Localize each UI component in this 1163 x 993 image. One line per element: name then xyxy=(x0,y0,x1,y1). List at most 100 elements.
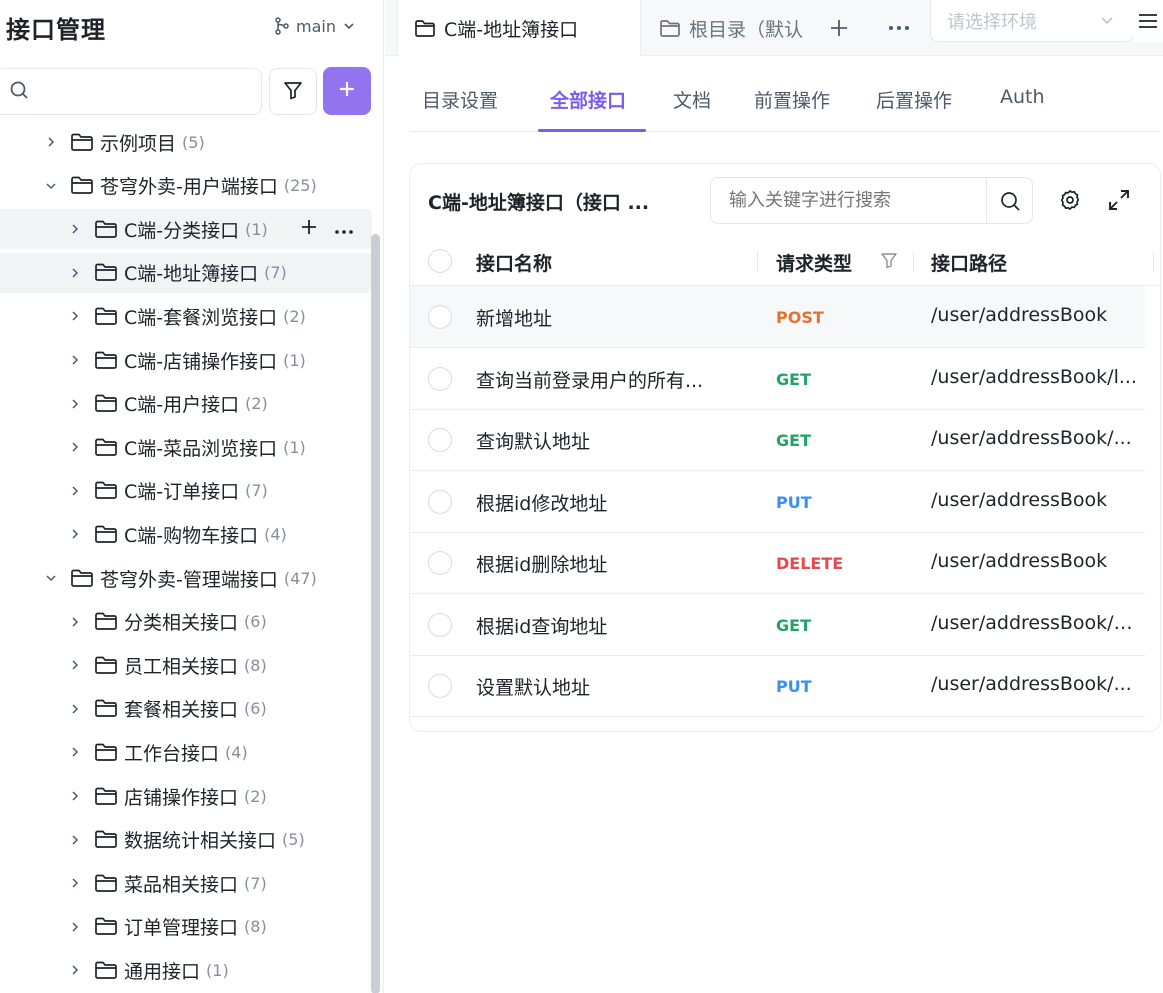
method-badge: POST xyxy=(776,308,824,327)
tab-address-book[interactable]: C端-地址簿接口 xyxy=(397,0,641,56)
tree-item[interactable]: 订单管理接口 (8) xyxy=(0,907,372,947)
tree-item-count: (1) xyxy=(283,437,306,457)
active-tab-indicator xyxy=(538,129,646,132)
tree-item[interactable]: 员工相关接口 (8) xyxy=(0,645,372,685)
chevron-right-icon[interactable] xyxy=(68,789,82,803)
table-row[interactable]: 查询默认地址 GET/user/addressBook/... xyxy=(410,409,1145,471)
chevron-right-icon[interactable] xyxy=(68,658,82,672)
row-checkbox[interactable] xyxy=(428,674,452,698)
tree-item[interactable]: 套餐相关接口 (6) xyxy=(0,689,372,729)
chevron-right-icon[interactable] xyxy=(68,920,82,934)
subtab-all-apis[interactable]: 全部接口 xyxy=(550,86,626,113)
table-row[interactable]: 根据id修改地址 PUT/user/addressBook xyxy=(410,471,1145,533)
branch-name: main xyxy=(296,16,336,36)
chevron-right-icon[interactable] xyxy=(68,266,82,280)
chevron-right-icon[interactable] xyxy=(68,745,82,759)
tree-item-count: (7) xyxy=(245,481,268,501)
chevron-right-icon[interactable] xyxy=(68,963,82,977)
filter-button[interactable] xyxy=(269,68,317,115)
subtab-post-actions[interactable]: 后置操作 xyxy=(876,86,952,113)
api-search-input[interactable] xyxy=(711,178,986,223)
chevron-right-icon[interactable] xyxy=(44,135,58,149)
api-name: 新增地址 xyxy=(476,308,553,330)
folder-icon xyxy=(94,959,118,981)
table-row[interactable]: 根据id查询地址 GET/user/addressBook/{... xyxy=(410,594,1145,656)
subtab-docs[interactable]: 文档 xyxy=(673,86,711,113)
row-checkbox[interactable] xyxy=(428,551,452,575)
tree-item-label: 示例项目 xyxy=(100,132,177,155)
folder-icon xyxy=(94,218,118,240)
sidebar-scrollbar[interactable] xyxy=(371,234,380,993)
chevron-down-icon[interactable] xyxy=(44,179,58,193)
branch-selector[interactable]: main xyxy=(274,14,356,38)
chevron-right-icon[interactable] xyxy=(68,876,82,890)
tree-item[interactable]: 分类相关接口 (6) xyxy=(0,602,372,642)
row-checkbox[interactable] xyxy=(428,428,452,452)
table-row[interactable]: 查询当前登录用户的所有... GET/user/addressBook/l... xyxy=(410,348,1145,410)
chevron-right-icon[interactable] xyxy=(68,702,82,716)
tree-item-label: C端-分类接口 xyxy=(124,219,240,242)
tree-item[interactable]: 菜品相关接口 (7) xyxy=(0,863,372,903)
environment-select[interactable]: 请选择环境 xyxy=(930,0,1134,42)
chevron-right-icon[interactable] xyxy=(68,615,82,629)
chevron-right-icon[interactable] xyxy=(68,309,82,323)
chevron-right-icon[interactable] xyxy=(68,397,82,411)
more-tabs-button[interactable] xyxy=(885,14,913,42)
sidebar-search[interactable] xyxy=(0,68,262,115)
chevron-right-icon[interactable] xyxy=(68,440,82,454)
row-checkbox[interactable] xyxy=(428,366,452,391)
expand-button[interactable] xyxy=(1107,188,1131,216)
tree-item[interactable]: C端-套餐浏览接口 (2) xyxy=(0,296,372,336)
tree-item[interactable]: C端-用户接口 (2) xyxy=(0,384,372,424)
sidebar-title: 接口管理 xyxy=(6,16,106,44)
tree-item[interactable]: C端-分类接口 (1) xyxy=(0,209,372,250)
api-name: 根据id查询地址 xyxy=(476,615,608,638)
table-row[interactable]: 设置默认地址 PUT/user/addressBook/... xyxy=(410,655,1145,717)
tree-item[interactable]: 数据统计相关接口 (5) xyxy=(0,820,372,860)
tab-root[interactable]: 根目录（默认 xyxy=(659,0,811,56)
tree-item[interactable]: 工作台接口 (4) xyxy=(0,732,372,772)
chevron-right-icon[interactable] xyxy=(68,527,82,541)
api-name: 根据id删除地址 xyxy=(476,554,608,576)
tree-item[interactable]: C端-菜品浏览接口 (1) xyxy=(0,427,372,467)
tree-item[interactable]: 店铺操作接口 (2) xyxy=(0,776,372,816)
folder-icon xyxy=(70,131,94,153)
row-checkbox[interactable] xyxy=(428,305,452,329)
subtab-auth[interactable]: Auth xyxy=(1000,86,1045,108)
tree-item[interactable]: C端-店铺操作接口 (1) xyxy=(0,340,372,380)
tree-item[interactable]: C端-地址簿接口 (7) xyxy=(0,252,372,293)
select-all-checkbox[interactable] xyxy=(428,249,452,273)
column-divider xyxy=(757,252,758,272)
api-search-button[interactable] xyxy=(986,178,1032,223)
new-tab-button[interactable] xyxy=(825,14,853,42)
column-header-method: 请求类型 xyxy=(776,253,853,275)
table-row[interactable]: 新增地址 POST/user/addressBook xyxy=(410,286,1145,348)
chevron-down-icon[interactable] xyxy=(44,571,58,585)
sidebar-search-input[interactable] xyxy=(37,83,237,100)
column-filter-button[interactable] xyxy=(880,251,898,273)
tree-item[interactable]: 示例项目 (5) xyxy=(0,122,372,162)
chevron-right-icon[interactable] xyxy=(68,353,82,367)
api-path: /user/addressBook/l... xyxy=(931,365,1137,388)
chevron-right-icon[interactable] xyxy=(68,222,82,236)
add-button[interactable] xyxy=(323,67,371,115)
tree-item[interactable]: 通用接口 (1) xyxy=(0,950,372,990)
row-checkbox[interactable] xyxy=(428,489,452,514)
tree-item[interactable]: C端-购物车接口 (4) xyxy=(0,514,372,554)
tree-item-label: 分类相关接口 xyxy=(124,612,239,635)
api-search[interactable] xyxy=(710,177,1033,224)
tree-item[interactable]: 苍穹外卖-用户端接口 (25) xyxy=(0,166,372,206)
settings-button[interactable] xyxy=(1058,188,1082,216)
table-row[interactable]: 根据id删除地址 DELETE/user/addressBook xyxy=(410,532,1145,594)
subtab-directory-settings[interactable]: 目录设置 xyxy=(422,86,498,113)
subtab-pre-actions[interactable]: 前置操作 xyxy=(754,86,830,113)
chevron-right-icon[interactable] xyxy=(68,833,82,847)
tree-item[interactable]: C端-订单接口 (7) xyxy=(0,471,372,511)
row-checkbox[interactable] xyxy=(428,612,452,637)
tree-item[interactable]: 苍穹外卖-管理端接口 (47) xyxy=(0,558,372,598)
menu-button[interactable] xyxy=(1133,0,1163,42)
chevron-right-icon[interactable] xyxy=(68,484,82,498)
more-icon[interactable] xyxy=(334,218,354,240)
plus-icon[interactable] xyxy=(300,218,318,241)
tree-item-label: C端-店铺操作接口 xyxy=(124,350,278,373)
